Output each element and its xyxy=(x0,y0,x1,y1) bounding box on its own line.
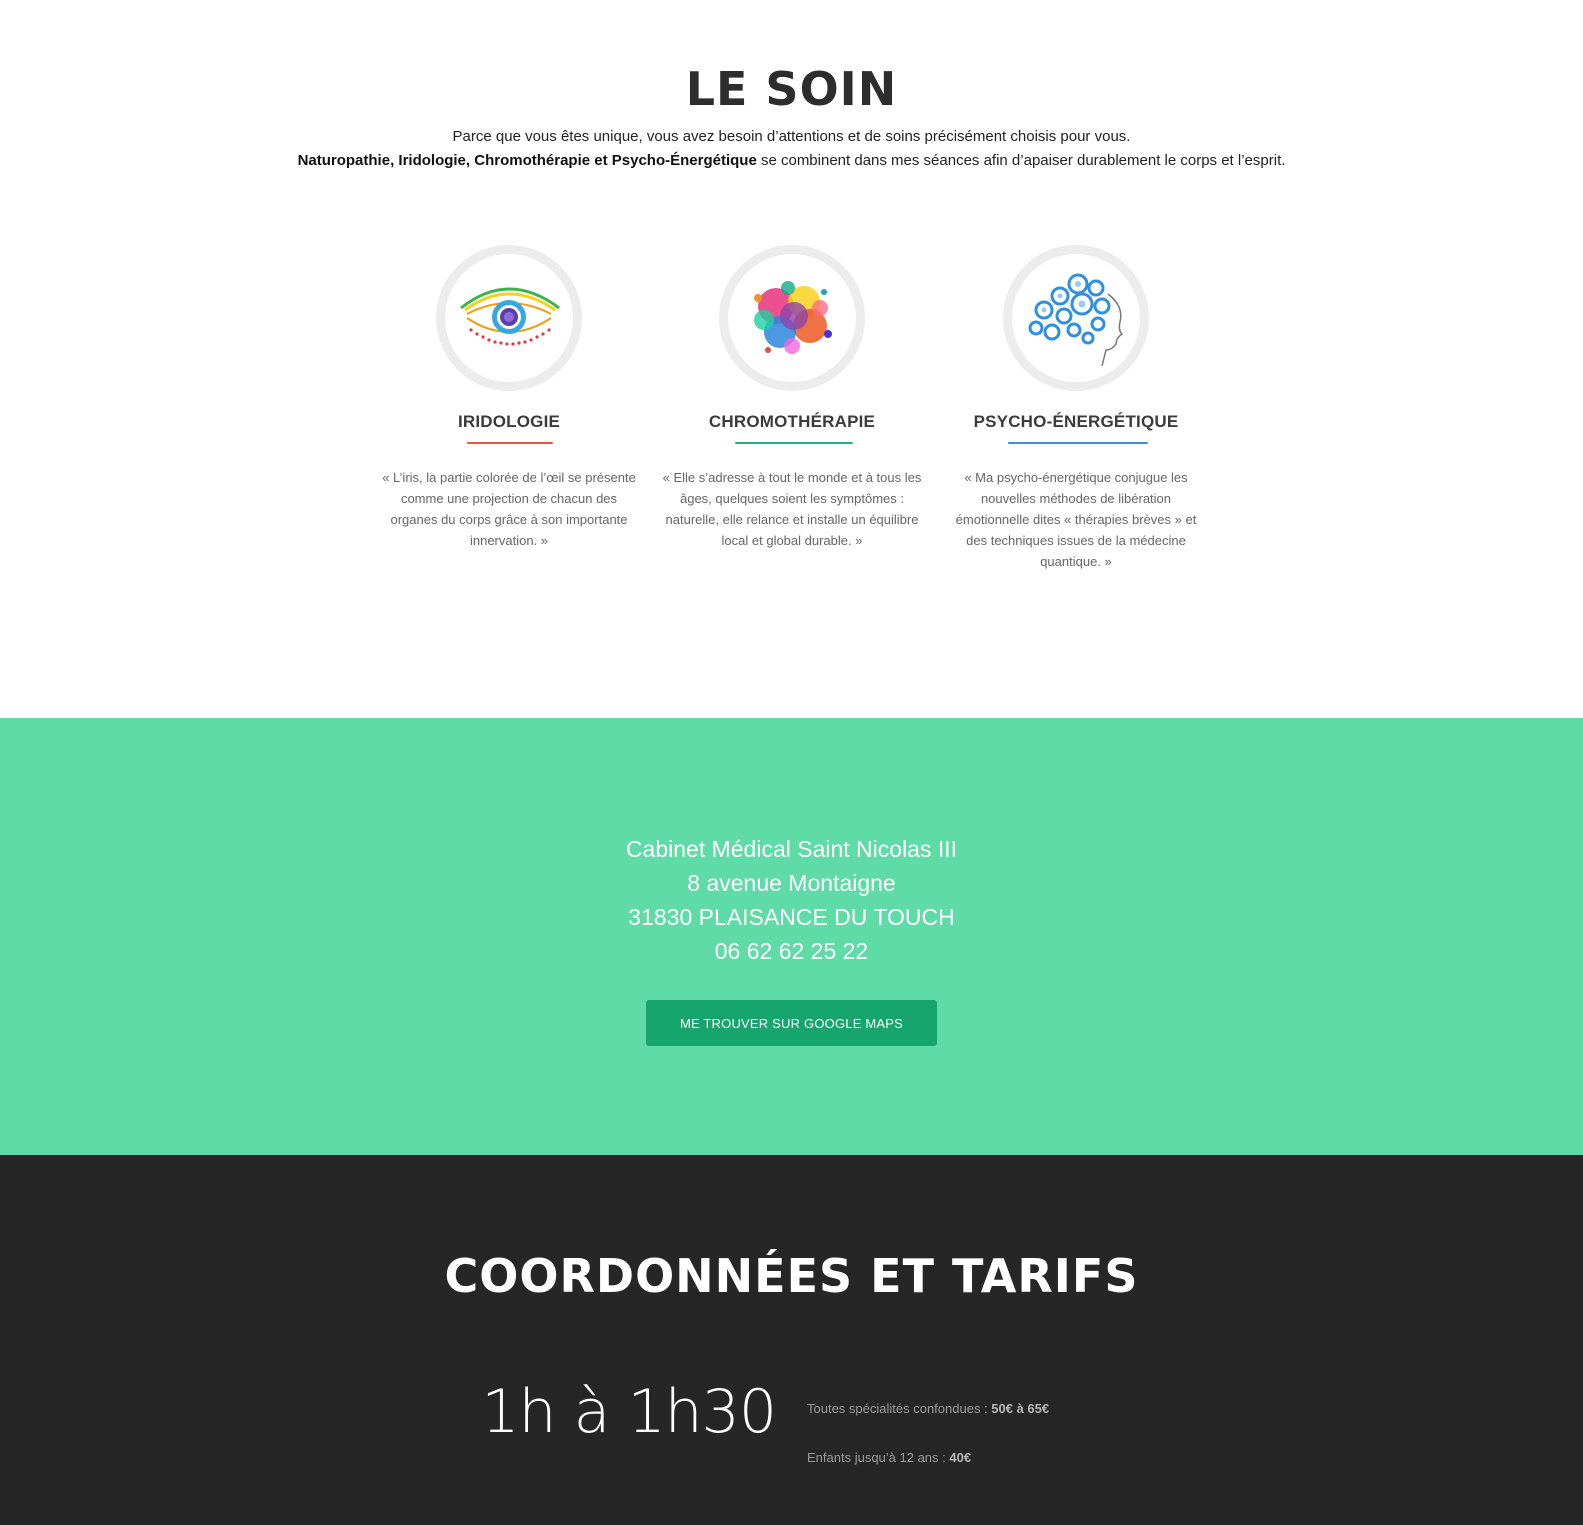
soin-intro: Parce que vous êtes unique, vous avez be… xyxy=(0,125,1583,173)
price-value: 40€ xyxy=(949,1450,972,1465)
session-duration: 1h à 1h30 xyxy=(481,1377,777,1447)
phone-number[interactable]: 06 62 62 25 22 xyxy=(0,934,1583,968)
card-description: « Elle s’adresse à tout le monde et à to… xyxy=(662,470,922,548)
google-maps-button[interactable]: ME TROUVER SUR GOOGLE MAPS xyxy=(646,1000,937,1046)
eye-iris-icon xyxy=(460,287,560,346)
address-line-3: 31830 PLAISANCE DU TOUCH xyxy=(628,904,955,930)
soin-title: LE SOIN xyxy=(685,62,898,116)
address-block: Cabinet Médical Saint Nicolas III 8 aven… xyxy=(0,832,1583,968)
coordonnees-title: COORDONNÉES ET TARIFS xyxy=(444,1249,1139,1303)
card-underline xyxy=(467,442,553,444)
iridologie-image xyxy=(436,245,582,391)
price-all-specialties: Toutes spécialités confondues : 50€ à 65… xyxy=(807,1401,1049,1416)
card-description: « Ma psycho-énergétique conjugue les nou… xyxy=(955,470,1197,569)
price-label: Enfants jusqu’à 12 ans : xyxy=(807,1450,950,1465)
intro-line-1: Parce que vous êtes unique, vous avez be… xyxy=(452,128,1131,145)
card-title: PSYCHO-ÉNERGÉTIQUE xyxy=(973,412,1179,431)
card-description: « L’iris, la partie colorée de l’œil se … xyxy=(382,470,636,548)
coordonnees-section: COORDONNÉES ET TARIFS 1h à 1h30 Toutes s… xyxy=(0,1155,1583,1525)
color-splash-icon xyxy=(754,281,832,354)
soin-section: LE SOIN Parce que vous êtes unique, vous… xyxy=(0,0,1583,718)
gears-head-icon xyxy=(1028,273,1124,367)
intro-specialties: Naturopathie, Iridologie, Chromothérapie… xyxy=(297,152,757,169)
specialty-cards: IRIDOLOGIE « L’iris, la partie colorée d… xyxy=(0,245,1583,585)
intro-line-2: Naturopathie, Iridologie, Chromothérapie… xyxy=(0,149,1583,173)
address-line-1: Cabinet Médical Saint Nicolas III xyxy=(625,836,958,862)
chromotherapie-image xyxy=(719,245,865,391)
intro-line-2-rest: se combinent dans mes séances afin d’apa… xyxy=(756,152,1286,169)
card-title: CHROMOTHÉRAPIE xyxy=(708,412,876,431)
card-title: IRIDOLOGIE xyxy=(457,412,561,431)
card-underline xyxy=(1008,442,1148,444)
address-section: Cabinet Médical Saint Nicolas III 8 aven… xyxy=(0,718,1583,1155)
price-children: Enfants jusqu’à 12 ans : 40€ xyxy=(807,1450,971,1465)
card-underline xyxy=(735,442,853,444)
price-value: 50€ à 65€ xyxy=(991,1401,1050,1416)
address-line-2: 8 avenue Montaigne xyxy=(687,870,896,896)
psycho-energetique-image xyxy=(1003,245,1149,391)
price-label: Toutes spécialités confondues : xyxy=(807,1401,992,1416)
